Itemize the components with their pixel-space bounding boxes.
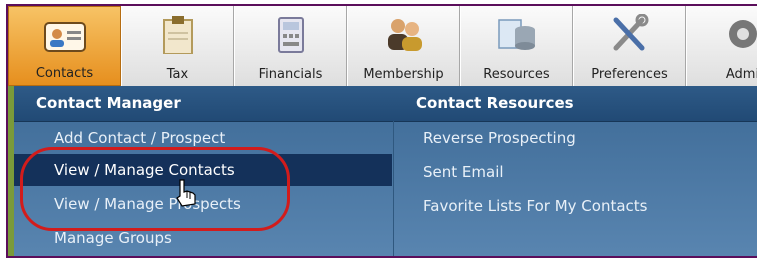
contact-manager-heading: Contact Manager [36, 94, 181, 112]
tab-contacts[interactable]: Contacts [8, 6, 121, 86]
tab-label: Tax [166, 67, 189, 82]
tab-membership[interactable]: Membership [347, 6, 460, 86]
tab-label: Financials [258, 67, 323, 82]
people-icon [387, 19, 422, 51]
menu-header: Contact Manager Contact Resources [14, 86, 757, 122]
menu-item-favorite-lists[interactable]: Favorite Lists For My Contacts [423, 190, 743, 222]
clipboard-icon [162, 16, 193, 54]
tab-label: Preferences [591, 67, 668, 82]
top-toolbar: Contacts Tax Financials Membership Resou… [8, 6, 757, 87]
tab-tax[interactable]: Tax [121, 6, 234, 86]
tab-preferences[interactable]: Preferences [573, 6, 686, 86]
annotation-highlight-oval [20, 147, 290, 231]
menu-item-reverse-prospecting[interactable]: Reverse Prospecting [423, 122, 743, 154]
tab-admin[interactable]: Admi [686, 6, 757, 86]
menu-item-sent-email[interactable]: Sent Email [423, 156, 743, 188]
tab-label: Resources [483, 67, 550, 82]
tab-label: Membership [363, 67, 444, 82]
contact-resources-heading: Contact Resources [416, 94, 574, 112]
tab-label: Contacts [35, 66, 94, 81]
tab-label: Admi [725, 67, 757, 82]
database-icon [497, 19, 535, 50]
tab-financials[interactable]: Financials [234, 6, 347, 86]
calculator-icon [277, 17, 304, 53]
hand-cursor-icon [176, 179, 196, 207]
tab-resources[interactable]: Resources [460, 6, 573, 86]
column-divider [393, 121, 394, 256]
tools-icon [613, 14, 648, 51]
gear-icon [728, 20, 757, 48]
contact-card-icon [43, 22, 86, 52]
